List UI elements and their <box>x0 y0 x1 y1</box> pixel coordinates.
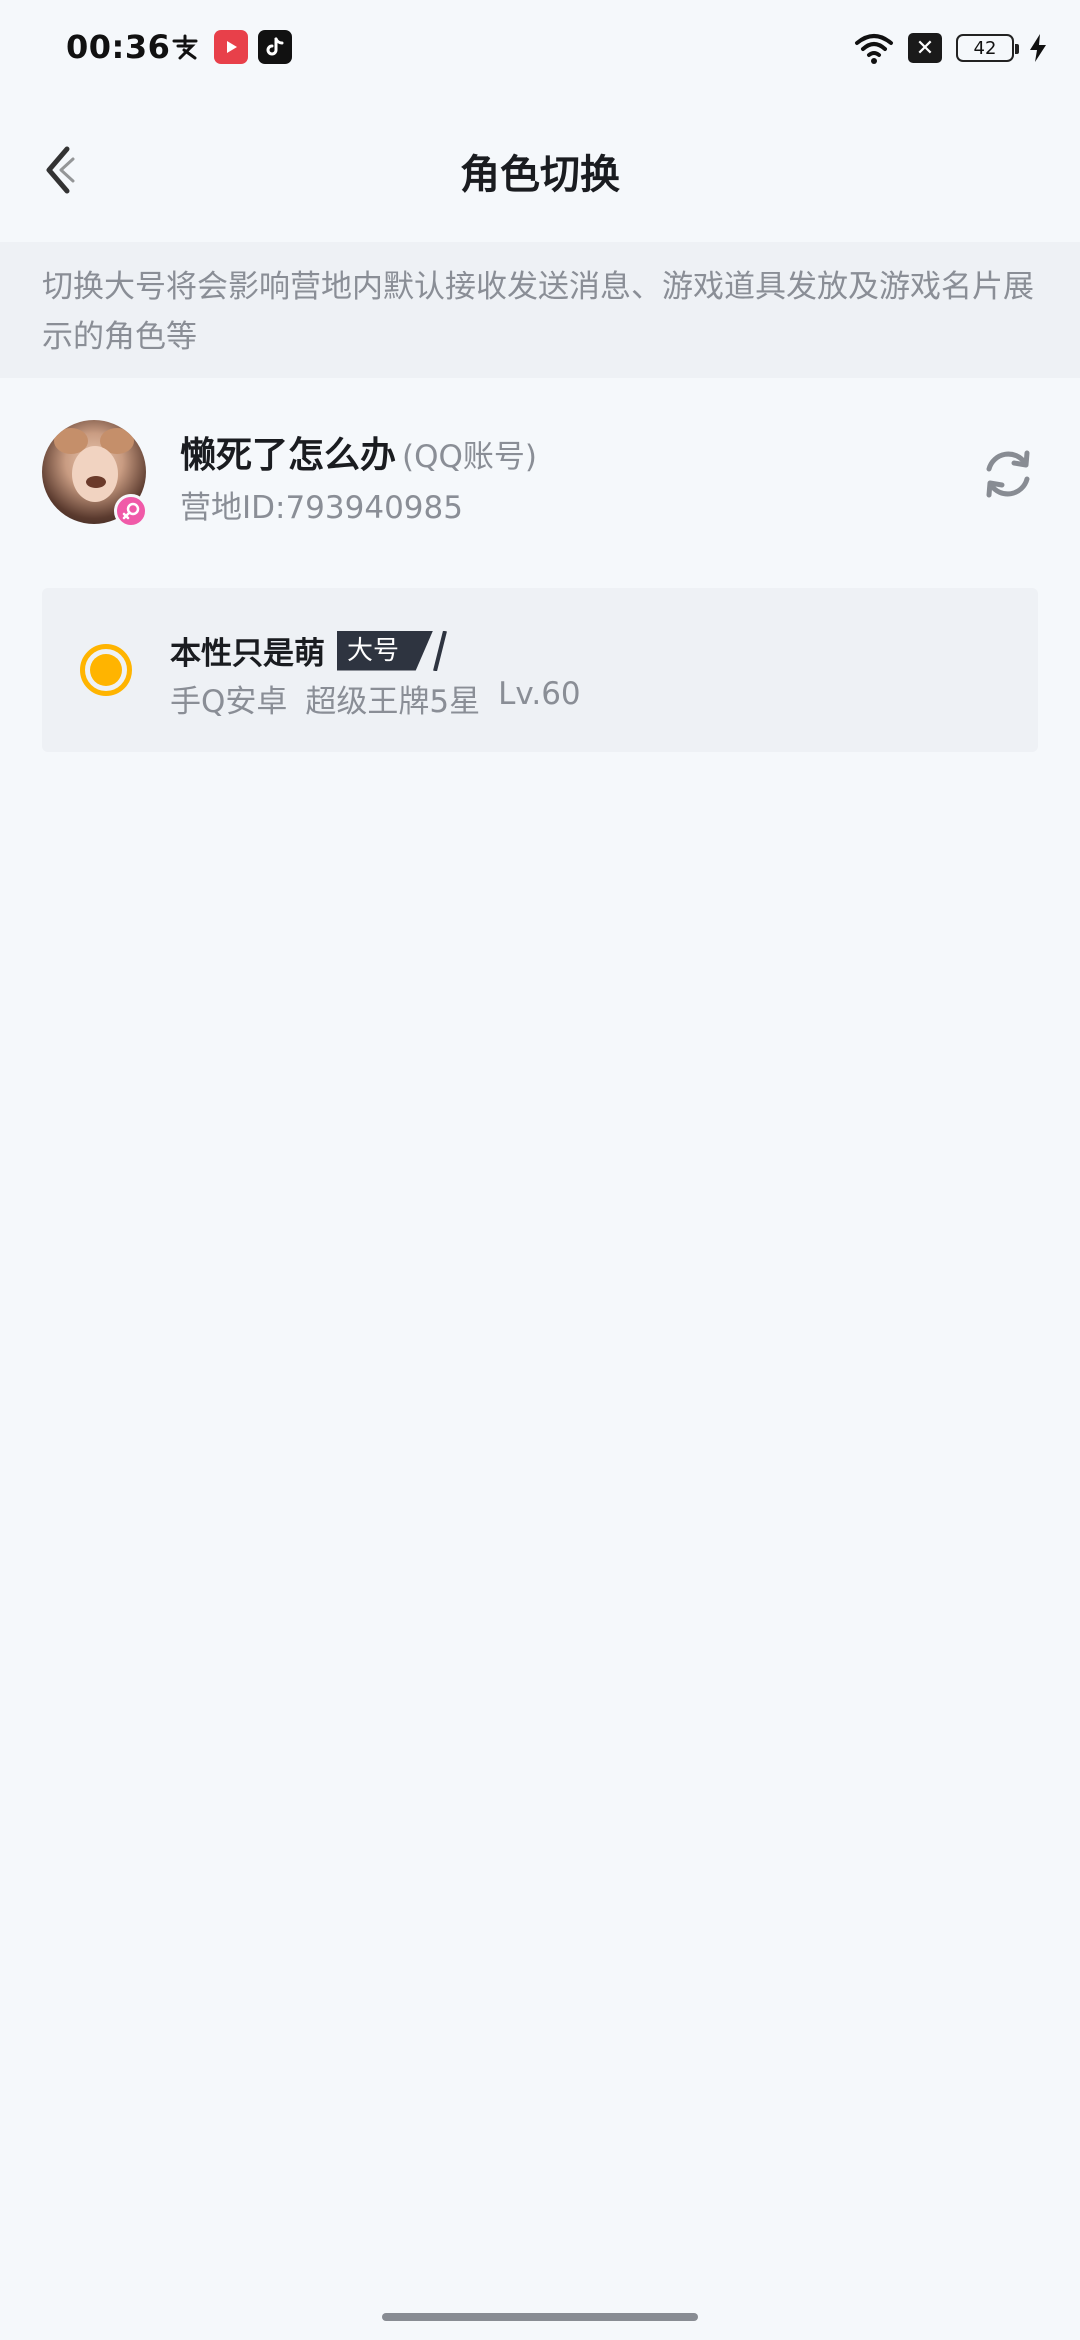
home-indicator[interactable] <box>382 2313 698 2321</box>
radio-dot <box>90 654 122 686</box>
main-account-tag: 大号 <box>337 630 434 671</box>
system-icons: ✕ 42 <box>854 28 1048 68</box>
role-radio-selected[interactable] <box>80 644 132 696</box>
video-app-icon <box>214 30 248 64</box>
switch-notice: 切换大号将会影响营地内默认接收发送消息、游戏道具发放及游戏名片展示的角色等 <box>0 242 1080 378</box>
status-bar: 00:36 ✕ 42 <box>0 0 1080 96</box>
role-platform: 手Q安卓 <box>170 684 288 720</box>
battery-level: 42 <box>973 37 997 59</box>
refresh-icon <box>986 450 1030 498</box>
role-name: 本性只是萌 <box>170 636 325 672</box>
tiktok-icon <box>258 30 292 64</box>
main-account-tag-label: 大号 <box>347 635 400 666</box>
alipay-icon <box>168 30 202 64</box>
header: 角色切换 <box>0 120 1080 220</box>
status-time: 00:36 <box>66 28 171 66</box>
charging-bolt-icon <box>1030 34 1046 62</box>
account-name: 懒死了怎么办 <box>180 435 397 476</box>
role-switch-page: 00:36 ✕ 42 角色切换 切换大号将会影响营地内默认接收发送消息、游戏道具… <box>0 0 1080 2340</box>
account-section: 懒死了怎么办 (QQ账号) 营地ID:793940985 <box>0 400 1080 560</box>
avatar-face <box>72 446 118 502</box>
close-box-icon: ✕ <box>908 33 942 63</box>
female-icon <box>114 494 148 528</box>
switch-account-button[interactable] <box>976 442 1040 506</box>
avatar-nose <box>86 476 106 488</box>
battery-icon: 42 <box>956 34 1019 62</box>
account-id: 营地ID:793940985 <box>180 490 463 526</box>
account-name-row: 懒死了怎么办 (QQ账号) <box>180 426 537 478</box>
role-name-row: 本性只是萌 大号 <box>170 628 447 673</box>
account-type: (QQ账号) <box>402 439 538 475</box>
role-card[interactable]: 本性只是萌 大号 手Q安卓 超级王牌5星 Lv.60 <box>42 588 1038 752</box>
tag-slash-icon <box>433 630 447 671</box>
page-title: 角色切换 <box>460 152 620 198</box>
role-rank: 超级王牌5星 <box>305 684 481 720</box>
role-meta: 手Q安卓 超级王牌5星 Lv.60 <box>170 676 581 721</box>
wifi-icon <box>855 34 893 64</box>
role-level: Lv.60 <box>498 676 581 712</box>
